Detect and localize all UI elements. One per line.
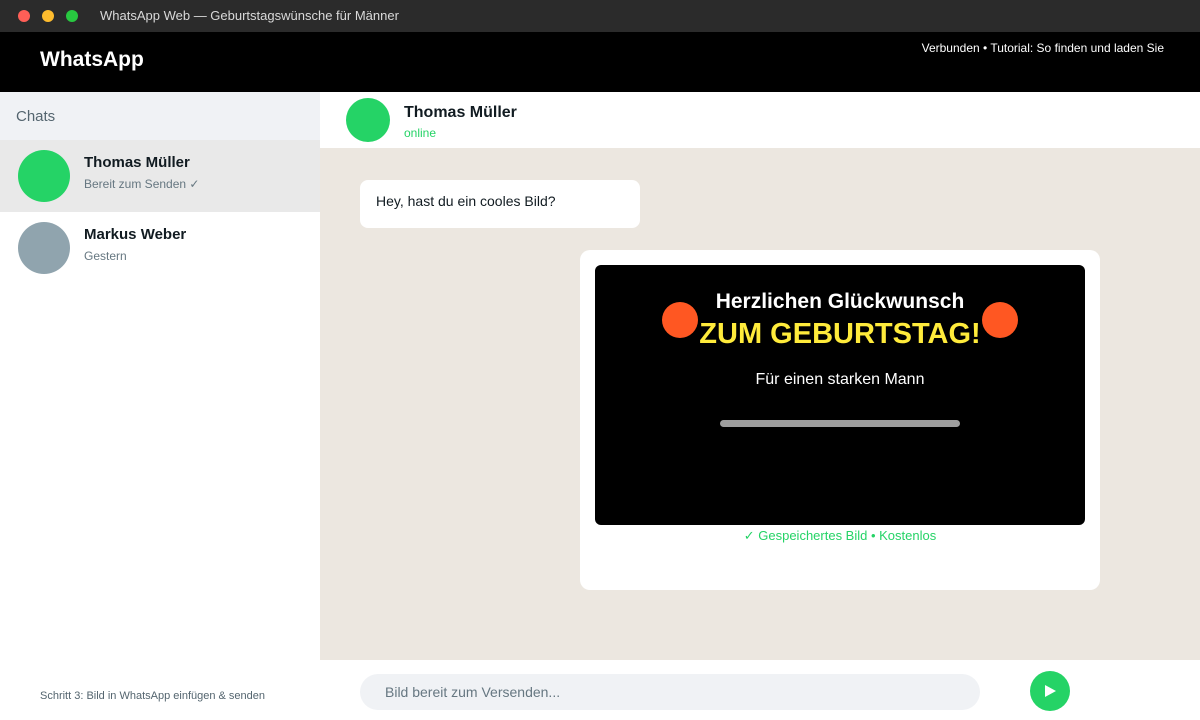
- contact-name[interactable]: Thomas Müller: [404, 104, 517, 122]
- chat-item-name: Markus Weber: [84, 226, 187, 243]
- chat-sidebar: Chats Thomas Müller Bereit zum Senden ✓ …: [0, 92, 320, 720]
- chat-item-subtitle: Bereit zum Senden ✓: [84, 177, 200, 191]
- card-decorative-bar: [720, 420, 960, 427]
- avatar: [18, 222, 70, 274]
- incoming-message: Hey, hast du ein cooles Bild?: [360, 180, 640, 228]
- birthday-card-image[interactable]: Herzlichen Glückwunsch ZUM GEBURTSTAG! F…: [595, 265, 1085, 525]
- message-input[interactable]: [360, 674, 980, 710]
- avatar: [18, 150, 70, 202]
- step-hint: Schritt 3: Bild in WhatsApp einfügen & s…: [40, 690, 266, 702]
- close-window-button[interactable]: [18, 10, 30, 22]
- app-brand: WhatsApp: [40, 48, 144, 71]
- chat-item-markus-weber[interactable]: Markus Weber Gestern: [0, 212, 320, 284]
- contact-status: online: [404, 126, 437, 140]
- chat-item-thomas-mueller[interactable]: Thomas Müller Bereit zum Senden ✓: [0, 140, 320, 212]
- send-button[interactable]: [1030, 671, 1070, 711]
- chat-item-name: Thomas Müller: [84, 154, 190, 171]
- maximize-window-button[interactable]: [66, 10, 78, 22]
- minimize-window-button[interactable]: [42, 10, 54, 22]
- conversation-header: Thomas Müller online: [320, 92, 1200, 148]
- window-title: WhatsApp Web — Geburtstagswünsche für Mä…: [100, 8, 399, 23]
- card-subline: Für einen starken Mann: [755, 371, 925, 388]
- avatar[interactable]: [346, 98, 390, 142]
- saved-image-note: ✓ Gespeichertes Bild • Kostenlos: [743, 528, 937, 543]
- send-icon: [1045, 685, 1056, 697]
- message-composer: [320, 660, 1200, 720]
- sidebar-title: Chats: [0, 92, 320, 140]
- card-headline: ZUM GEBURTSTAG!: [699, 318, 981, 350]
- chat-item-subtitle: Gestern: [84, 249, 127, 263]
- window-titlebar: WhatsApp Web — Geburtstagswünsche für Mä…: [0, 0, 1200, 32]
- connection-status: Verbunden • Tutorial: So finden und lade…: [921, 41, 1164, 55]
- card-greeting: Herzlichen Glückwunsch: [715, 290, 965, 313]
- app-header: WhatsApp Verbunden • Tutorial: So finden…: [0, 32, 1200, 92]
- message-area: Hey, hast du ein cooles Bild? Herzlichen…: [320, 148, 1200, 660]
- outgoing-image-message: Herzlichen Glückwunsch ZUM GEBURTSTAG! F…: [580, 250, 1100, 590]
